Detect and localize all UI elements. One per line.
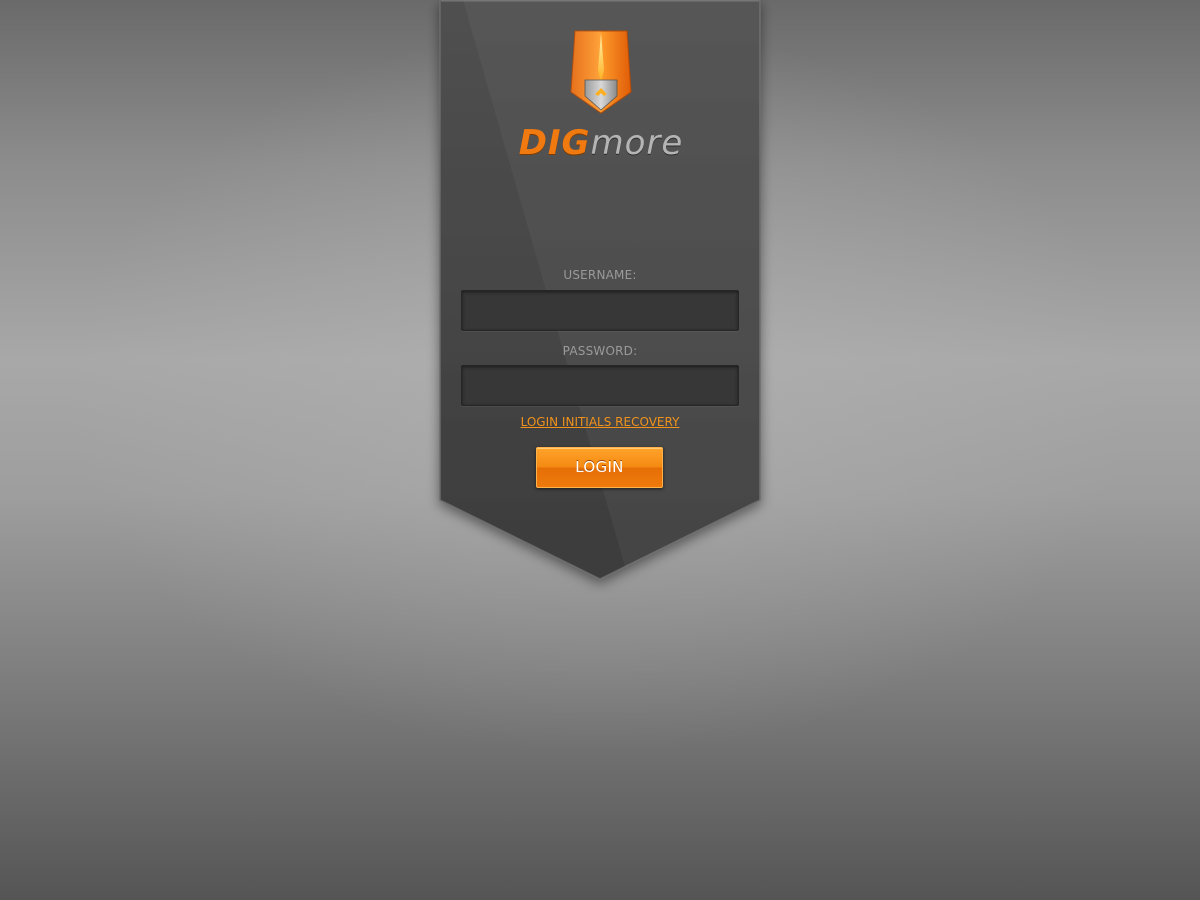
username-input[interactable]: [461, 290, 739, 331]
brand-logo: DIGmore: [491, 124, 711, 164]
password-label: PASSWORD:: [562, 344, 638, 358]
brand-name-part1: DIG: [518, 123, 591, 163]
login-recovery-link[interactable]: LOGIN INITIALS RECOVERY: [461, 415, 739, 429]
shovel-shield-icon: [570, 30, 632, 114]
password-input[interactable]: [461, 365, 739, 406]
username-label: USERNAME:: [563, 268, 637, 282]
login-banner: DIGmore USERNAME: PASSWORD: LOGIN INITIA…: [439, 0, 761, 580]
login-button[interactable]: LOGIN: [536, 447, 663, 488]
brand-name-part2: more: [590, 123, 684, 163]
